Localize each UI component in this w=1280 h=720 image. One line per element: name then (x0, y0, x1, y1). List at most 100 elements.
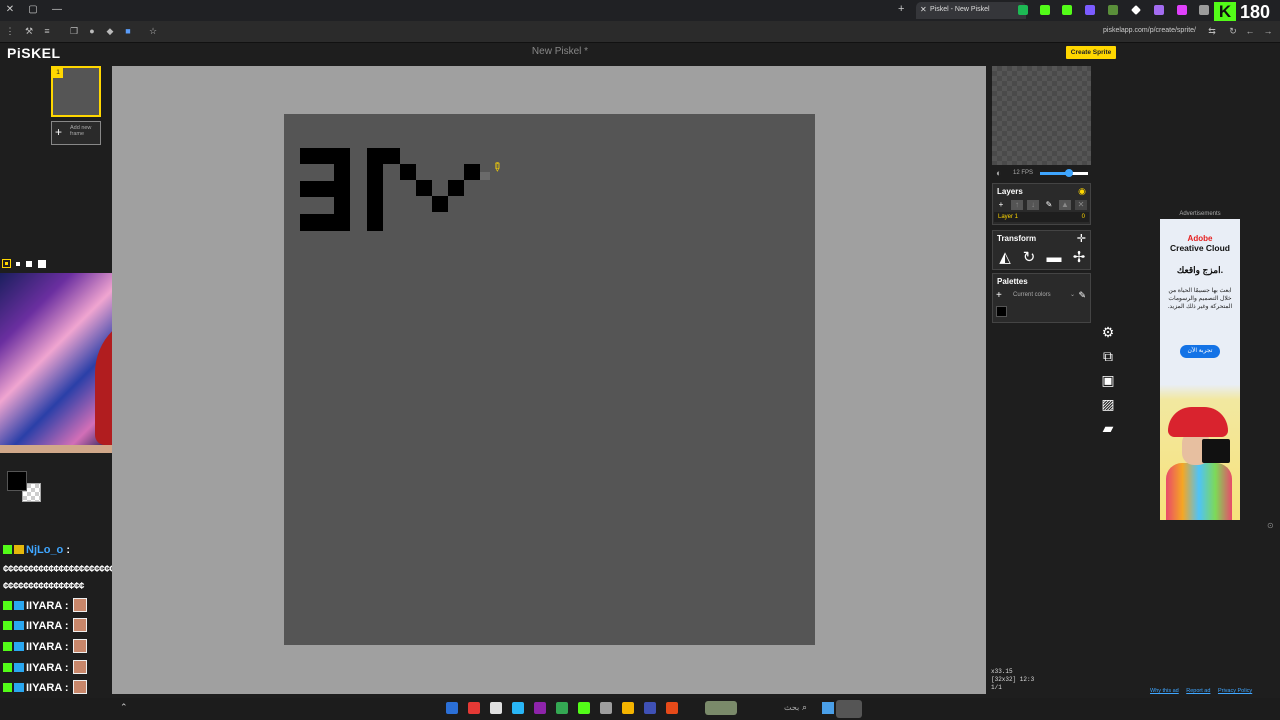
chat-message: IIYARA : (3, 659, 87, 677)
chat-separator: : (61, 662, 69, 674)
copy-icon[interactable]: ❐ (68, 25, 80, 37)
chevron-up-icon[interactable]: ⌃ (120, 702, 128, 713)
minimize-window-icon[interactable]: — (51, 4, 63, 16)
search-icon[interactable]: ⌕ (802, 702, 807, 713)
delete-layer-icon[interactable]: ✕ (1075, 200, 1087, 210)
taskbar-app-icon[interactable] (534, 702, 546, 714)
fps-slider-handle[interactable] (1064, 169, 1073, 177)
advertisement[interactable]: Adobe Creative Cloud امزج واقعك. ابعث به… (1160, 219, 1240, 520)
palette-dropdown[interactable]: Current colors ⌄ (1007, 290, 1077, 301)
taskbar-app-icon[interactable] (622, 702, 634, 714)
weather-widget[interactable] (705, 701, 737, 715)
why-this-ad-link[interactable]: Why this ad (1150, 688, 1179, 694)
extension-icon[interactable] (1177, 5, 1187, 15)
translate-icon[interactable]: ⇆ (1206, 25, 1218, 37)
onion-skin-icon[interactable]: ◐ (996, 168, 1001, 178)
windows-start-icon[interactable] (822, 702, 834, 714)
resize-icon[interactable]: ⧉ (1100, 348, 1116, 364)
tools-icon[interactable]: ⚒ (23, 25, 35, 37)
chat-separator: : (61, 641, 69, 653)
settings-icon[interactable]: ⚙ (1100, 324, 1116, 340)
kick-badge-icon (3, 663, 12, 672)
export-image-icon[interactable]: ▨ (1100, 396, 1116, 412)
edit-layer-icon[interactable]: ✎ (1043, 200, 1055, 210)
canvas-size: [32x32] 12:3 (991, 676, 1035, 683)
url-field[interactable]: piskelapp.com/p/create/sprite/ (1103, 27, 1196, 34)
open-folder-icon[interactable]: ▰ (1100, 420, 1116, 436)
add-palette-icon[interactable]: + (996, 290, 1002, 301)
sub-badge-icon (14, 663, 24, 672)
taskbar-app-icon[interactable] (556, 702, 568, 714)
edit-palette-icon[interactable]: ✎ (1078, 290, 1086, 301)
close-window-icon[interactable]: ✕ (4, 4, 16, 16)
taskbar-app-icon[interactable] (446, 702, 458, 714)
extension-icon[interactable] (1085, 5, 1095, 15)
profile-icon[interactable]: ● (86, 25, 98, 37)
diamond-icon[interactable]: ◆ (104, 25, 116, 37)
taskbar-app-icon[interactable] (578, 702, 590, 714)
chat-username: IIYARA (26, 600, 62, 612)
flip-icon[interactable]: ◭ (995, 248, 1015, 268)
bookmark-icon[interactable]: ■ (122, 25, 134, 37)
add-layer-icon[interactable]: + (995, 200, 1007, 210)
extension-icon[interactable] (1131, 5, 1141, 15)
reload-icon[interactable]: ↻ (1227, 25, 1239, 37)
primary-color-swatch[interactable] (7, 471, 27, 491)
new-tab-button[interactable]: + (898, 3, 904, 15)
menu-icon[interactable]: ⋮ (4, 25, 16, 37)
add-frame-button[interactable]: + Add new frame (51, 121, 101, 145)
search-box[interactable]: بحث (784, 703, 799, 712)
layer-item[interactable]: Layer 1 0 (994, 212, 1089, 222)
create-sprite-button[interactable]: Create Sprite (1066, 46, 1116, 59)
merge-layer-icon[interactable]: ▲ (1059, 200, 1071, 210)
back-icon[interactable]: ← (1244, 25, 1256, 37)
forward-icon[interactable]: → (1262, 25, 1274, 37)
taskbar-thumbnail[interactable] (836, 700, 862, 718)
taskbar-app-icon[interactable] (644, 702, 656, 714)
rotate-icon[interactable]: ↻ (1019, 248, 1039, 268)
pixel-block (300, 181, 350, 197)
extension-icon[interactable] (1199, 5, 1209, 15)
address-bar: ⋮ ⚒ ≡ ❐ ● ◆ ■ ☆ piskelapp.com/p/create/s… (0, 21, 1280, 43)
save-icon[interactable]: ▣ (1100, 372, 1116, 388)
pen-size-2[interactable] (16, 262, 20, 266)
emote-icon (72, 680, 87, 694)
kick-extension-icon[interactable] (1040, 5, 1050, 15)
clone-icon[interactable]: ▬ (1044, 248, 1064, 268)
move-layer-up-icon[interactable]: ↑ (1011, 200, 1023, 210)
ad-headline: امزج واقعك. (1176, 265, 1224, 275)
extensions-icon[interactable]: ≡ (41, 25, 53, 37)
taskbar-app-icon[interactable] (600, 702, 612, 714)
palette-color-swatch[interactable] (996, 306, 1007, 317)
maximize-window-icon[interactable]: ▢ (27, 4, 39, 16)
move-layer-down-icon[interactable]: ↓ (1027, 200, 1039, 210)
privacy-policy-link[interactable]: Privacy Policy (1218, 688, 1252, 694)
extension-icon[interactable] (1108, 5, 1118, 15)
pixel-canvas[interactable]: ✎ (284, 114, 815, 645)
extension-icon[interactable] (1018, 5, 1028, 15)
kick-extension-icon[interactable] (1062, 5, 1072, 15)
pen-size-3[interactable] (26, 261, 32, 267)
ad-cta-button[interactable]: تجربة الآن (1180, 345, 1220, 358)
ad-image-hat (1168, 407, 1228, 437)
star-icon[interactable]: ☆ (147, 25, 159, 37)
pen-size-4[interactable] (38, 260, 46, 268)
taskbar-app-icon[interactable] (512, 702, 524, 714)
extension-icon[interactable] (1154, 5, 1164, 15)
report-ad-link[interactable]: Report ad (1186, 688, 1210, 694)
taskbar-app-icon[interactable] (666, 702, 678, 714)
chat-username: IIYARA (26, 662, 62, 674)
expand-icon[interactable]: ✛ (1077, 232, 1086, 245)
ad-label: Advertisements (1179, 211, 1221, 217)
close-tab-icon[interactable]: ✕ (920, 5, 927, 14)
taskbar-app-icon[interactable] (468, 702, 480, 714)
taskbar-app-icon[interactable] (490, 702, 502, 714)
frame-thumbnail[interactable]: 1 (51, 66, 101, 117)
center-icon[interactable]: ✢ (1069, 248, 1089, 268)
layers-title: Layers (997, 187, 1023, 196)
emote-icon (72, 618, 87, 632)
eye-icon[interactable]: ◉ (1078, 186, 1086, 197)
chat-separator: : (63, 544, 71, 556)
tab-piskel[interactable]: ✕ Piskel - New Piskel (916, 2, 1026, 19)
ad-choices-icon[interactable]: ⊙ (1267, 521, 1274, 530)
